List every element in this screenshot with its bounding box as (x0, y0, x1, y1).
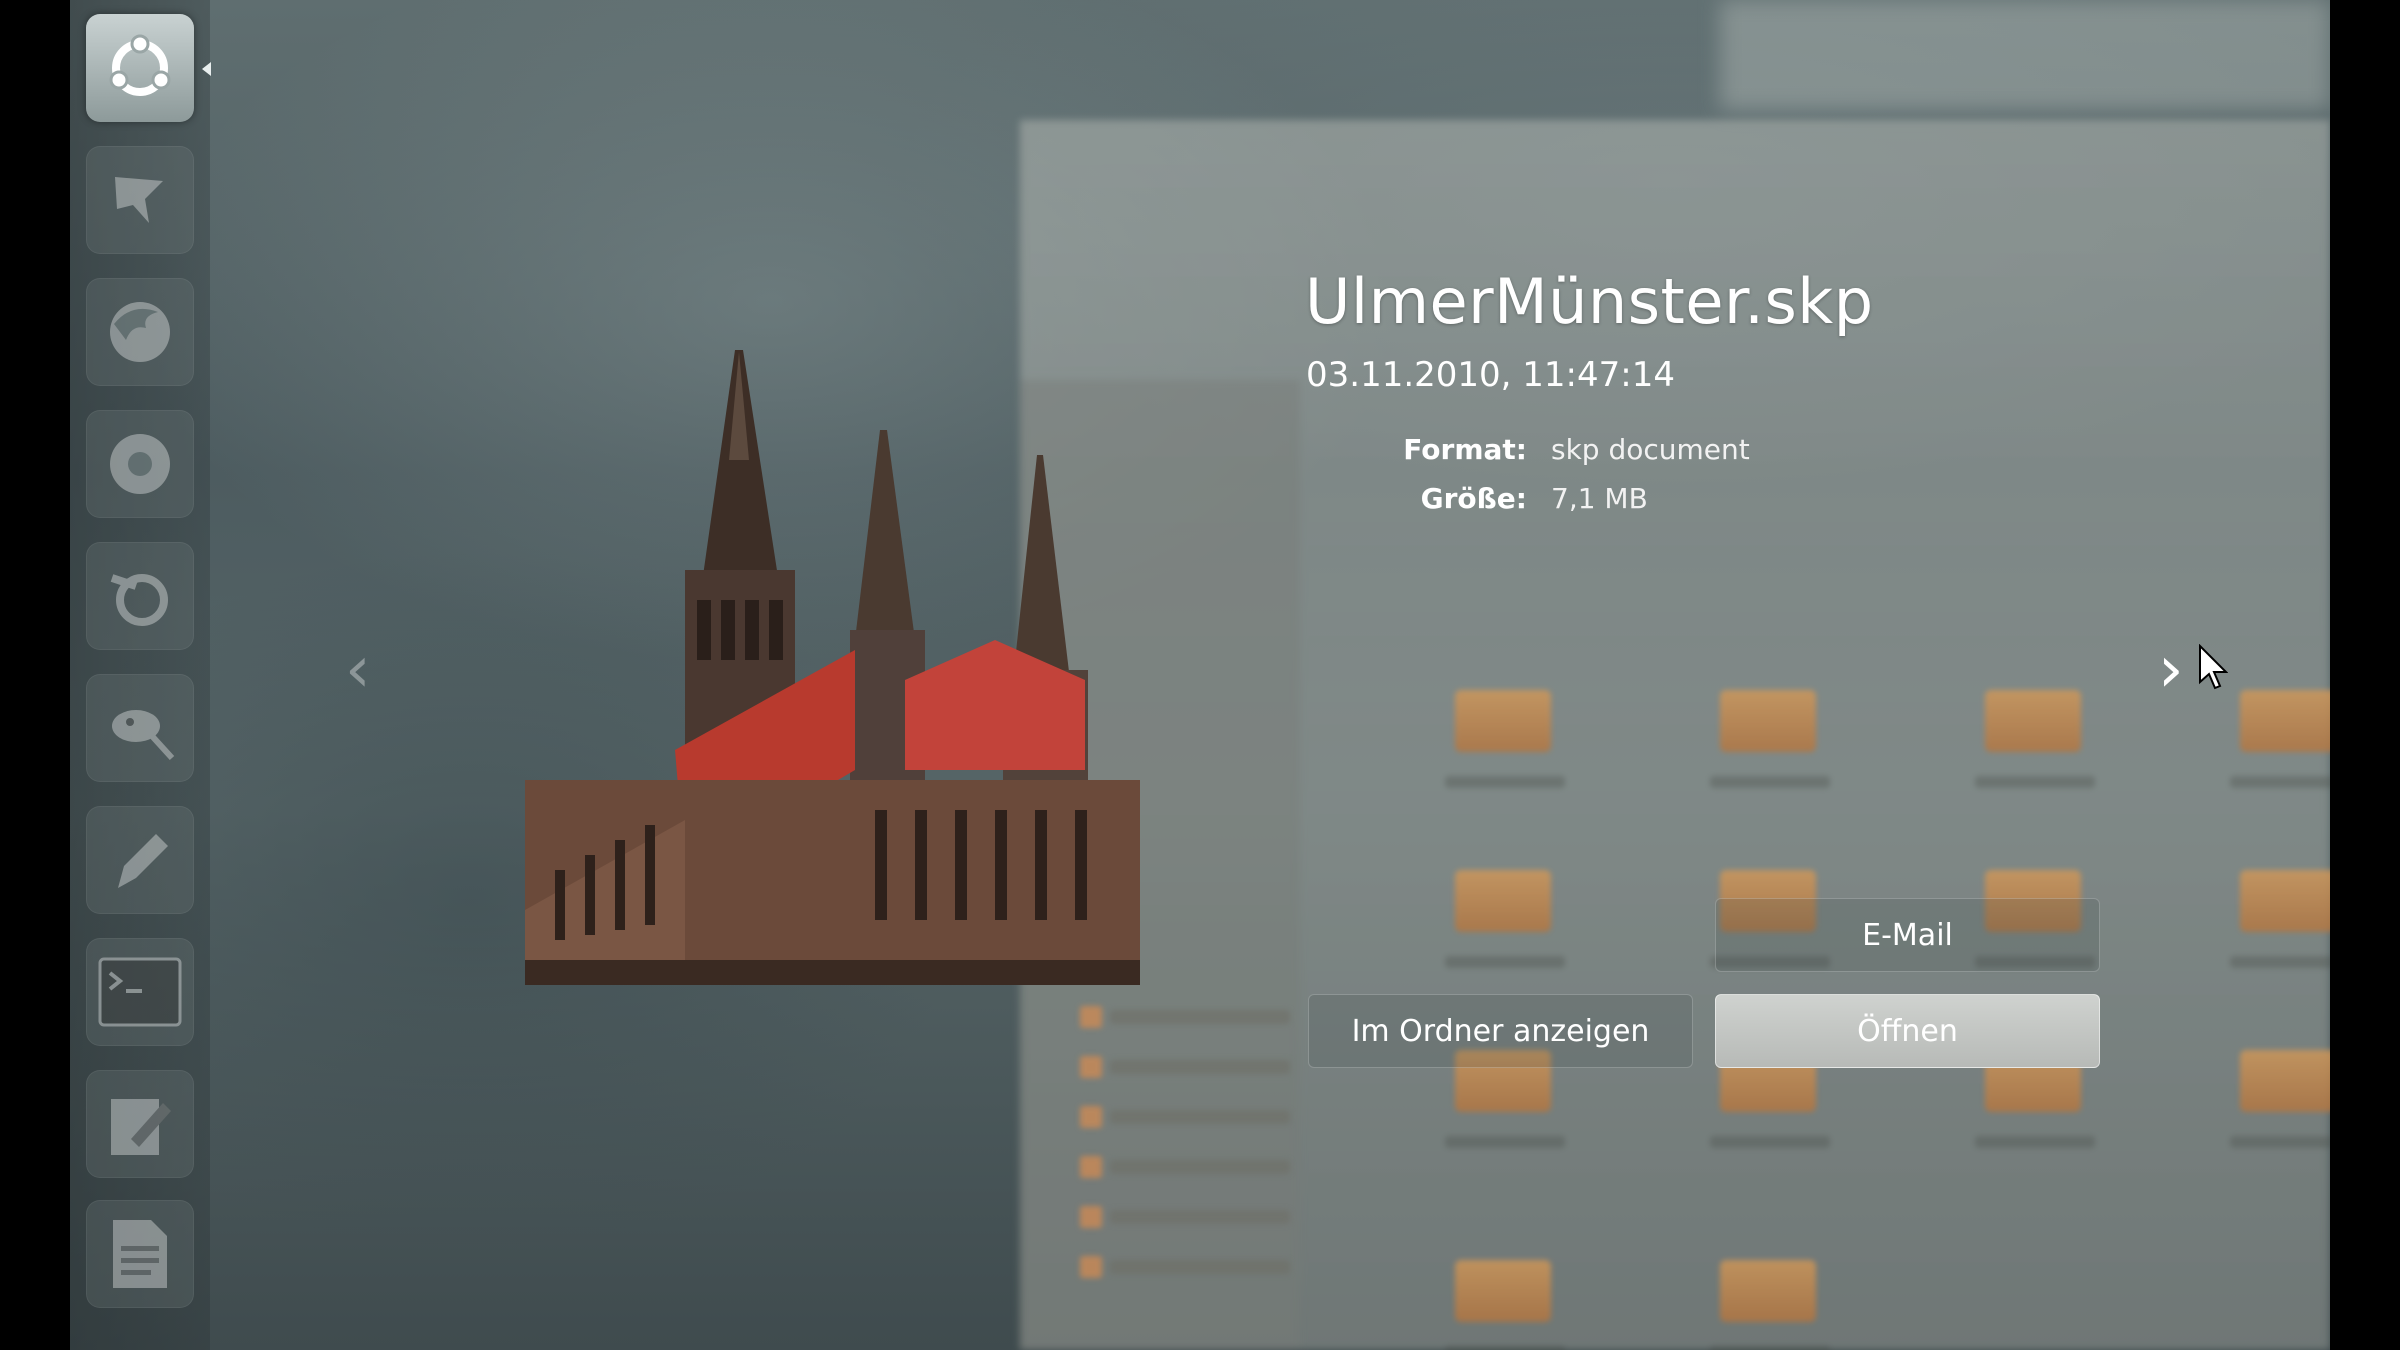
background-sidebar-row (1080, 1006, 1290, 1028)
size-label: Größe: (1420, 482, 1527, 515)
next-arrow-icon[interactable]: › (2158, 638, 2184, 702)
chromium-icon (110, 434, 170, 494)
launcher-pen-tool[interactable] (86, 806, 194, 914)
cathedral-preview-image (525, 350, 1140, 985)
launcher-terminal[interactable] (86, 938, 194, 1046)
background-folder-icon (1710, 1260, 1830, 1350)
launcher-firefox[interactable] (86, 278, 194, 386)
launcher-text-editor[interactable] (86, 1070, 194, 1178)
pen-tool-icon (118, 834, 168, 888)
document-viewer-icon (113, 1220, 167, 1288)
background-sidebar-row (1080, 1106, 1290, 1128)
open-button[interactable]: Öffnen (1715, 994, 2100, 1068)
launcher-document-viewer[interactable] (86, 1200, 194, 1308)
background-folder-icon (2230, 690, 2330, 788)
blender-icon (110, 574, 168, 626)
previous-arrow-icon[interactable]: ‹ (345, 638, 371, 702)
file-modified-date: 03.11.2010, 11:47:14 (1306, 355, 1675, 395)
firefox-icon (110, 302, 170, 362)
format-value: skp document (1551, 433, 1750, 466)
background-sidebar-row (1080, 1056, 1290, 1078)
launcher-inkscape[interactable] (86, 146, 194, 254)
desktop: ‹ › UlmerMünster.skp 03.11.2010, 11:47:1… (70, 0, 2330, 1350)
size-value: 7,1 MB (1551, 482, 1648, 515)
terminal-icon (98, 957, 182, 1027)
launcher-dash-home[interactable] (86, 14, 194, 122)
background-window-toolbar (1720, 0, 2330, 110)
background-folder-icon (1710, 690, 1830, 788)
background-folder-icon (2230, 1050, 2330, 1148)
format-label: Format: (1403, 433, 1527, 466)
background-folder-icon (1445, 1260, 1565, 1350)
show-in-folder-button[interactable]: Im Ordner anzeigen (1308, 994, 1693, 1068)
launcher-blender[interactable] (86, 542, 194, 650)
email-button[interactable]: E-Mail (1715, 898, 2100, 972)
dash-home-icon (109, 34, 171, 96)
launcher-chromium[interactable] (86, 410, 194, 518)
inkscape-icon (115, 177, 163, 223)
mouse-pointer-icon (2199, 644, 2228, 690)
background-folder-icon (1445, 870, 1565, 968)
background-sidebar-row (1080, 1206, 1290, 1228)
background-folder-icon (1445, 690, 1565, 788)
background-folder-icon (2230, 870, 2330, 968)
active-indicator-arrow (202, 62, 211, 76)
background-sidebar-row (1080, 1156, 1290, 1178)
text-editor-icon (111, 1099, 171, 1155)
unity-launcher (70, 0, 211, 1350)
background-folder-icon (1975, 690, 2095, 788)
launcher-gimp[interactable] (86, 674, 194, 782)
file-title: UlmerMünster.skp (1305, 265, 1874, 338)
background-sidebar-row (1080, 1256, 1290, 1278)
gimp-icon (112, 710, 175, 761)
